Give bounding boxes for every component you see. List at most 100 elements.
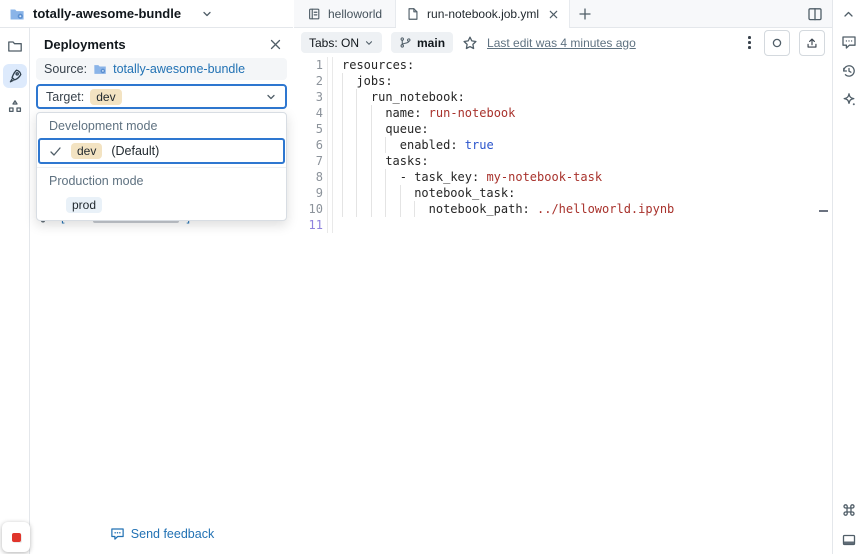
code-line[interactable]: 11 <box>294 217 832 233</box>
split-view-button[interactable] <box>807 0 832 27</box>
dropdown-option-dev[interactable]: dev (Default) <box>38 138 285 164</box>
comments-icon[interactable] <box>841 34 857 50</box>
line-number: 2 <box>315 74 323 88</box>
kebab-menu-button[interactable] <box>744 36 755 49</box>
dropdown-option-prod[interactable]: prod <box>37 192 286 216</box>
indent-guide <box>342 185 356 201</box>
version-history-icon[interactable] <box>841 63 857 79</box>
bundle-folder-icon <box>9 6 25 22</box>
sidebar-item-files[interactable] <box>3 34 27 58</box>
indent-guide <box>370 169 385 185</box>
line-content: - task_key: my-notebook-task <box>342 169 602 185</box>
split-view-icon <box>807 6 823 22</box>
collapse-chevron-up-icon[interactable] <box>842 8 855 21</box>
code-token: enabled: <box>399 138 465 152</box>
editor-toolbar: Tabs: ON main Last edit was 4 minutes ag… <box>294 29 832 56</box>
code-line[interactable]: 4 name: run-notebook <box>294 105 832 121</box>
toolbar-right-actions <box>744 29 832 56</box>
code-line[interactable]: 6 enabled: true <box>294 137 832 153</box>
status-circle-button[interactable] <box>764 29 790 56</box>
line-content: name: run-notebook <box>342 105 515 121</box>
last-edit-link[interactable]: Last edit was 4 minutes ago <box>487 36 636 50</box>
code-line[interactable]: 10 notebook_path: ../helloworld.ipynb <box>294 201 832 217</box>
chevron-down-icon <box>364 38 374 48</box>
indent-guide <box>385 137 399 153</box>
git-branch-badge[interactable]: main <box>391 32 454 53</box>
code-token: notebook_path: <box>428 202 537 216</box>
panel-title: Deployments <box>44 37 126 52</box>
code-lines: 1 resources: 2 jobs: 3 run_notebook: 4 name: ru… <box>294 57 832 233</box>
send-feedback-link[interactable]: Send feedback <box>31 526 293 541</box>
target-dropdown: Development mode dev (Default) Productio… <box>36 112 287 221</box>
tab-label: run-notebook.job.yml <box>427 7 540 21</box>
gutter-divider <box>327 57 328 233</box>
line-content: resources: <box>342 57 414 73</box>
favorite-star-icon[interactable] <box>462 35 478 51</box>
indent-guide <box>356 89 370 105</box>
new-tab-button[interactable] <box>570 0 600 27</box>
default-suffix: (Default) <box>111 144 160 158</box>
line-number: 6 <box>315 138 323 152</box>
indent-guide <box>342 153 356 169</box>
editor-tabstrip: helloworld run-notebook.job.yml <box>294 0 832 28</box>
indent-guide <box>356 201 370 217</box>
indent-guide <box>356 185 370 201</box>
code-token: notebook_task: <box>414 186 516 200</box>
feedback-bubble-icon <box>110 526 125 541</box>
bottom-panel-icon[interactable] <box>841 532 857 548</box>
chevron-down-icon <box>265 91 277 103</box>
target-select[interactable]: Target: dev <box>36 84 287 109</box>
code-token: jobs: <box>356 74 393 88</box>
right-rail-bottom <box>841 502 857 548</box>
line-content: run_notebook: <box>342 89 465 105</box>
close-tab-icon[interactable] <box>548 9 559 20</box>
code-line[interactable]: 5 queue: <box>294 121 832 137</box>
bundle-switcher[interactable]: totally-awesome-bundle <box>0 0 293 28</box>
indent-guide <box>356 105 370 121</box>
scrollbar-marker[interactable] <box>819 210 828 212</box>
tab-run-notebook-job-yml[interactable]: run-notebook.job.yml <box>396 0 571 28</box>
left-rail <box>0 28 30 554</box>
code-token: queue: <box>385 122 429 136</box>
assistant-sparkle-icon[interactable] <box>841 92 857 108</box>
indent-guide <box>342 73 356 89</box>
tab-helloworld[interactable]: helloworld <box>294 0 397 27</box>
code-line[interactable]: 3 run_notebook: <box>294 89 832 105</box>
code-line[interactable]: 1 resources: <box>294 57 832 73</box>
notification-beacon[interactable] <box>2 522 30 552</box>
code-line[interactable]: 9 notebook_task: <box>294 185 832 201</box>
code-line[interactable]: 2 jobs: <box>294 73 832 89</box>
tabs-toggle-label: Tabs: ON <box>309 35 360 50</box>
indent-guide <box>370 137 385 153</box>
source-bundle-link[interactable]: totally-awesome-bundle <box>113 62 245 76</box>
code-line[interactable]: 8 - task_key: my-notebook-task <box>294 169 832 185</box>
dropdown-group-label: Development mode <box>49 119 158 133</box>
tabs-toggle-button[interactable]: Tabs: ON <box>301 32 383 53</box>
target-value-badge: dev <box>90 88 122 105</box>
code-line[interactable]: 7 tasks: <box>294 153 832 169</box>
indent-guide <box>385 169 399 185</box>
record-indicator-icon <box>11 532 21 542</box>
keyboard-shortcuts-icon[interactable] <box>841 502 857 518</box>
line-content: enabled: true <box>342 137 494 153</box>
indent-guide <box>385 201 399 217</box>
target-label: Target: <box>46 89 85 104</box>
code-editor[interactable]: 1 resources: 2 jobs: 3 run_notebook: 4 name: ru… <box>294 57 832 554</box>
env-badge-dev: dev <box>71 143 103 159</box>
sidebar-item-resources[interactable] <box>3 94 27 118</box>
close-panel-button[interactable] <box>266 35 284 53</box>
line-number: 1 <box>315 58 323 72</box>
plus-icon <box>578 7 592 21</box>
line-number: 9 <box>315 186 323 200</box>
code-token: my-notebook-task <box>486 170 603 184</box>
line-number: 10 <box>308 202 323 216</box>
code-token: - task_key: <box>399 170 487 184</box>
right-rail <box>832 0 864 554</box>
sidebar-item-deployments[interactable] <box>2 64 27 88</box>
share-button[interactable] <box>799 29 825 56</box>
line-number: 3 <box>315 90 323 104</box>
dropdown-group-label: Production mode <box>49 174 144 188</box>
indent-guide <box>370 185 385 201</box>
line-content: queue: <box>342 121 429 137</box>
indent-guide <box>370 201 385 217</box>
